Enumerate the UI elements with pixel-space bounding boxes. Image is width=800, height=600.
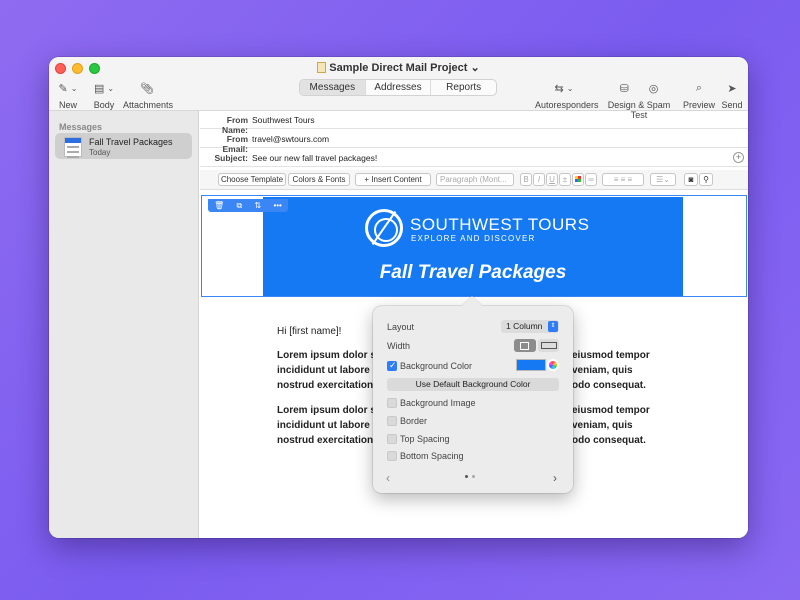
selected-block-frame: 🗑︎ ⧉ ⇅ ••• — [201, 195, 747, 297]
use-default-background-button[interactable]: Use Default Background Color — [387, 378, 559, 391]
top-spacing-checkbox[interactable] — [387, 434, 397, 444]
new-button[interactable]: ✎ ⌄ New — [55, 79, 81, 111]
page-indicator — [465, 475, 475, 478]
width-narrow-option[interactable] — [514, 339, 536, 352]
color-grid-icon[interactable] — [572, 173, 584, 186]
add-field-icon[interactable]: + — [733, 152, 744, 163]
tab-reports[interactable]: Reports — [431, 80, 496, 95]
choose-template-button[interactable]: Choose Template — [218, 173, 286, 186]
window-title[interactable]: Sample Direct Mail Project ⌄ — [49, 61, 748, 74]
colors-fonts-button[interactable]: Colors & Fonts — [288, 173, 350, 186]
autoresponder-icon: ⇆ — [554, 82, 564, 95]
greeting: Hi [first name]! — [277, 326, 342, 337]
document-icon — [317, 62, 327, 73]
send-button[interactable]: ➤ Send — [719, 79, 745, 111]
width-full-option[interactable] — [537, 339, 559, 352]
database-icon: ⛁ — [619, 82, 629, 95]
stepper-icon: ⇕ — [548, 321, 558, 332]
paperclip-icon: 📎︎ — [140, 82, 154, 95]
preview-icon: ⌕ — [695, 81, 703, 94]
from-name-field[interactable]: Southwest Tours — [252, 115, 315, 125]
subject-field[interactable]: See our new fall travel packages! — [252, 153, 377, 163]
subject-row: Subject: See our new fall travel package… — [200, 149, 748, 167]
chevron-right-icon[interactable]: › — [553, 471, 557, 485]
message-thumbnail-icon — [64, 137, 82, 158]
spam-test-icon: ◎ — [648, 82, 659, 95]
sidebar: Messages Fall Travel Packages Today — [49, 111, 199, 538]
color-wheel-icon[interactable] — [547, 359, 559, 371]
preview-button[interactable]: ⌕ Preview — [682, 79, 716, 111]
bold-button[interactable]: B — [520, 173, 532, 186]
camera-icon[interactable]: ◙ — [684, 173, 698, 186]
titlebar: Sample Direct Mail Project ⌄ ✎ ⌄ New ▤ ⌄ B… — [49, 57, 748, 120]
trash-icon[interactable]: 🗑︎ — [214, 201, 224, 210]
sidebar-item-fall-travel-packages[interactable]: Fall Travel Packages Today — [55, 133, 192, 159]
body-button[interactable]: ▤ ⌄ Body — [91, 79, 117, 111]
duplicate-icon[interactable]: ⧉ — [237, 201, 243, 211]
chevron-down-icon: ⌄ — [470, 62, 480, 74]
border-checkbox[interactable] — [387, 416, 397, 426]
body-icon: ▤ — [93, 82, 105, 95]
chevron-down-icon: ⌄ — [566, 83, 574, 93]
move-icon[interactable]: ⇅ — [255, 201, 262, 210]
tab-messages[interactable]: Messages — [300, 80, 366, 95]
paragraph-2-tail: eiusmod tempor veniam, quis odo consequat. — [572, 405, 650, 446]
view-tabs: Messages Addresses Reports — [299, 79, 497, 96]
paragraph-1-tail: eiusmod tempor veniam, quis odo consequat. — [572, 350, 650, 391]
chevron-down-icon: ⌄ — [70, 83, 78, 93]
compose-icon: ✎ — [58, 82, 68, 95]
link-icon[interactable]: ∞ — [585, 173, 597, 186]
block-toolbar: 🗑︎ ⧉ ⇅ ••• — [208, 199, 288, 212]
from-name-row: From Name: Southwest Tours — [200, 111, 748, 135]
list-style-select[interactable]: ☰⌄ — [650, 173, 676, 186]
chevron-down-icon: ⌄ — [107, 83, 115, 93]
format-toolbar: Choose Template Colors & Fonts + Insert … — [200, 170, 748, 190]
attachments-button[interactable]: 📎︎ Attachments — [123, 79, 173, 111]
paper-plane-icon: ➤ — [727, 82, 737, 95]
strikethrough-icon[interactable]: ± — [559, 173, 571, 186]
more-icon[interactable]: ••• — [273, 201, 281, 210]
background-image-checkbox[interactable] — [387, 398, 397, 408]
width-selector — [514, 339, 559, 352]
from-email-field[interactable]: travel@swtours.com — [252, 134, 329, 144]
sidebar-header: Messages — [59, 122, 103, 132]
code-icon[interactable]: ⚲ — [699, 173, 713, 186]
paragraph-1: Lorem ipsum dolor s incididunt ut labore n… — [277, 350, 376, 391]
bottom-spacing-checkbox[interactable] — [387, 451, 397, 461]
alignment-buttons[interactable]: ≡ ≡ ≡ — [602, 173, 644, 186]
layout-select[interactable]: 1 Column ⇕ — [501, 320, 559, 333]
block-settings-popover: Layout 1 Column⇕ Width Background Color … — [373, 306, 573, 493]
chevron-left-icon[interactable]: ‹ — [386, 471, 390, 485]
from-email-row: From Email: travel@swtours.com — [200, 130, 748, 154]
background-color-checkbox[interactable] — [387, 360, 397, 371]
insert-content-button[interactable]: + Insert Content — [355, 173, 431, 186]
tab-addresses[interactable]: Addresses — [366, 80, 432, 95]
underline-button[interactable]: U — [546, 173, 558, 186]
italic-button[interactable]: I — [533, 173, 545, 186]
paragraph-style-select[interactable]: Paragraph (Mont... — [436, 173, 514, 186]
autoresponders-button[interactable]: ⇆ ⌄ Autoresponders — [535, 79, 599, 111]
background-color-swatch[interactable] — [516, 359, 546, 371]
paragraph-2: Lorem ipsum dolor s incididunt ut labore n… — [277, 405, 376, 446]
